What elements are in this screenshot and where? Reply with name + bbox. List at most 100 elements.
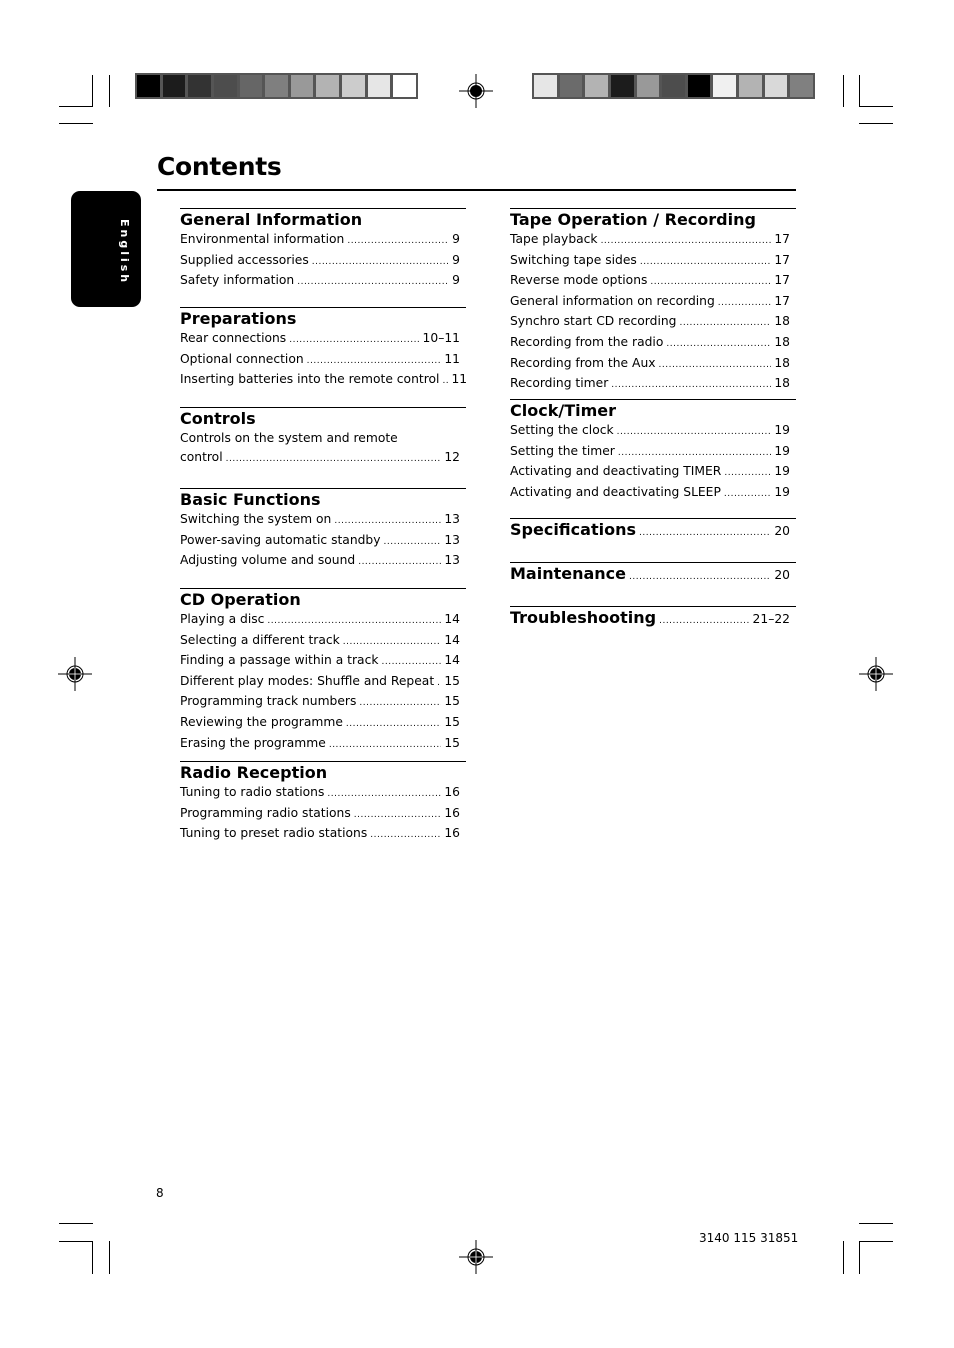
toc-entry[interactable]: Switching the system on 13 <box>180 510 466 531</box>
entry-label: Playing a disc <box>180 612 265 626</box>
leader-dots <box>724 464 771 483</box>
toc-section-radio-reception: Radio Reception Tuning to radio stations… <box>180 761 466 845</box>
toc-entry[interactable]: Different play modes: Shuffle and Repeat… <box>180 672 466 693</box>
color-swatch <box>213 75 237 97</box>
entry-page: 14 <box>444 612 460 626</box>
section-title: Controls <box>180 409 256 428</box>
entry-label-line1: Controls on the system and remote <box>180 431 398 445</box>
entry-page: 9 <box>452 252 460 267</box>
leader-dots <box>267 612 441 631</box>
toc-entry[interactable]: Safety information 9 <box>180 271 466 292</box>
entry-label: Rear connections <box>180 331 287 345</box>
entry-page: 9 <box>452 273 460 288</box>
registration-mark-icon <box>459 1240 493 1274</box>
toc-entry[interactable]: Controls on the system and remote contro… <box>180 429 466 468</box>
entry-label: Switching tape sides <box>510 252 637 267</box>
entry-label: Selecting a different track <box>180 632 340 647</box>
toc-entry[interactable]: Recording timer 18 <box>510 374 796 395</box>
leader-dots <box>679 314 771 333</box>
leader-dots <box>650 273 771 292</box>
toc-entry[interactable]: Switching tape sides 17 <box>510 251 796 272</box>
toc-entry[interactable]: Reviewing the programme 15 <box>180 713 466 734</box>
entry-label: control <box>180 449 223 464</box>
toc-entry[interactable]: Recording from the Aux 18 <box>510 354 796 375</box>
toc-section-controls: Controls Controls on the system and remo… <box>180 407 466 468</box>
entry-page: 19 <box>774 423 790 437</box>
leader-dots <box>343 633 442 652</box>
toc-section-specifications[interactable]: Specifications 20 <box>510 518 796 540</box>
toc-entry[interactable]: Activating and deactivating TIMER 19 <box>510 462 796 483</box>
toc-entry[interactable]: Activating and deactivating SLEEP 19 <box>510 483 796 504</box>
toc-entry[interactable]: Supplied accessories 9 <box>180 251 466 272</box>
toc-entry[interactable]: Selecting a different track 14 <box>180 631 466 652</box>
entry-label: Inserting batteries into the remote cont… <box>180 372 440 387</box>
leader-dots <box>617 423 772 442</box>
toc-entry[interactable]: Erasing the programme 15 <box>180 734 466 755</box>
toc-entry[interactable]: Power-saving automatic standby 13 <box>180 531 466 552</box>
toc-entry[interactable]: Optional connection 11 <box>180 350 466 371</box>
toc-entry[interactable]: Adjusting volume and sound 13 <box>180 551 466 572</box>
toc-entry[interactable]: Finding a passage within a track 14 <box>180 651 466 672</box>
entry-page: 16 <box>444 805 460 820</box>
entry-page: 15 <box>444 673 460 688</box>
leader-dots <box>354 806 442 825</box>
entry-page: 17 <box>774 273 790 288</box>
toc-entry[interactable]: Recording from the radio 18 <box>510 333 796 354</box>
entry-label: Activating and deactivating SLEEP <box>510 484 721 499</box>
leader-dots <box>718 294 772 313</box>
color-swatch <box>713 75 737 97</box>
entry-page: 19 <box>774 443 790 458</box>
toc-section-general-information: General Information Environmental inform… <box>180 208 466 292</box>
color-swatch <box>662 75 685 97</box>
toc-section-troubleshooting[interactable]: Troubleshooting 21–22 <box>510 606 796 628</box>
color-swatch <box>162 75 186 97</box>
entry-label: Tuning to radio stations <box>180 785 325 799</box>
entry-label: Power-saving automatic standby <box>180 532 381 547</box>
toc-entry[interactable]: Setting the clock 19 <box>510 421 796 442</box>
toc-entry[interactable]: Setting the timer 19 <box>510 442 796 463</box>
entry-page: 10–11 <box>422 331 460 345</box>
leader-dots <box>329 736 442 755</box>
toc-entry[interactable]: General information on recording 17 <box>510 292 796 313</box>
toc-entry[interactable]: Tuning to preset radio stations 16 <box>180 824 466 845</box>
toc-section-maintenance[interactable]: Maintenance 20 <box>510 562 796 584</box>
grayscale-calibration-bar-right <box>532 73 815 99</box>
entry-page: 18 <box>774 334 790 349</box>
toc-section-cd-operation: CD Operation Playing a disc 14 Selecting … <box>180 588 466 754</box>
entry-page: 16 <box>444 785 460 799</box>
toc-entry[interactable]: Environmental information 9 <box>180 230 466 251</box>
registration-mark-icon <box>859 657 893 691</box>
toc-entry[interactable]: Synchro start CD recording 18 <box>510 312 796 333</box>
leader-dots <box>347 232 449 251</box>
toc-entry[interactable]: Tape playback 17 <box>510 230 796 251</box>
page-number: 8 <box>156 1186 164 1200</box>
language-tab: English <box>71 191 141 307</box>
toc-entry[interactable]: Playing a disc 14 <box>180 610 466 631</box>
leader-dots <box>666 335 771 354</box>
entry-page: 14 <box>444 632 460 647</box>
leader-dots <box>618 444 771 463</box>
entry-label: Adjusting volume and sound <box>180 553 356 568</box>
color-swatch <box>687 75 711 97</box>
entry-label: Safety information <box>180 273 295 288</box>
toc-entry[interactable]: Rear connections 10–11 <box>180 329 466 350</box>
entry-label: Setting the clock <box>510 423 614 437</box>
entry-page: 11 <box>451 372 468 387</box>
entry-page: 12 <box>444 449 460 464</box>
toc-entry[interactable]: Programming radio stations 16 <box>180 804 466 825</box>
entry-label: Environmental information <box>180 232 345 246</box>
color-swatch <box>585 75 608 97</box>
color-swatch <box>367 75 391 97</box>
entry-page: 20 <box>774 568 790 582</box>
toc-entry[interactable]: Tuning to radio stations 16 <box>180 783 466 804</box>
leader-dots <box>659 616 749 626</box>
color-swatch <box>393 75 417 97</box>
entry-page: 13 <box>444 553 460 568</box>
toc-entry[interactable]: Reverse mode options 17 <box>510 271 796 292</box>
section-title: Maintenance <box>510 564 627 583</box>
toc-entry[interactable]: Programming track numbers 15 <box>180 692 466 713</box>
language-tab-label: English <box>118 219 131 286</box>
color-swatch <box>290 75 314 97</box>
entry-label: Recording timer <box>510 376 609 391</box>
toc-entry[interactable]: Inserting batteries into the remote cont… <box>180 370 468 391</box>
